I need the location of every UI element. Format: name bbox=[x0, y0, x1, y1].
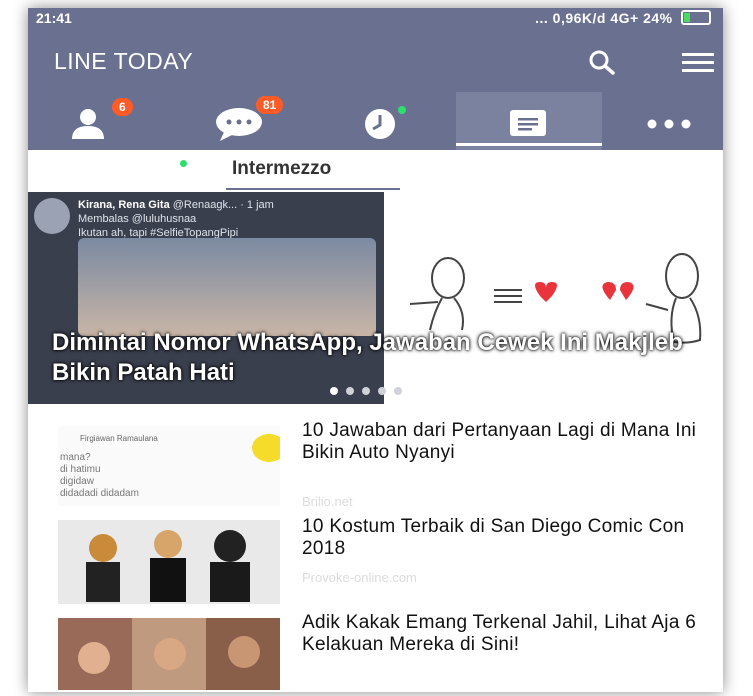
cosplay-photo bbox=[58, 520, 280, 604]
article-headline: Adik Kakak Emang Terkenal Jahil, Lihat A… bbox=[302, 612, 697, 655]
carousel-dot-1[interactable] bbox=[330, 387, 338, 395]
hamburger-menu-icon[interactable] bbox=[680, 46, 716, 78]
featured-headline[interactable]: Dimintai Nomor WhatsApp, Jawaban Cewek I… bbox=[52, 328, 712, 388]
tab-timeline[interactable] bbox=[358, 92, 478, 150]
article-headline: 10 Kostum Terbaik di San Diego Comic Con… bbox=[302, 516, 685, 559]
carousel-pagination bbox=[330, 382, 410, 400]
featured-carousel[interactable]: Kirana, Rena Gita @Renaagk... · 1 jam Me… bbox=[28, 192, 723, 404]
thumb-text: mana? di hatimu digidaw didadadi didadam bbox=[60, 452, 139, 500]
battery-icon bbox=[681, 10, 711, 25]
tweet-author: Kirana, Rena Gita bbox=[78, 199, 170, 211]
tweet-reply: Membalas @luluhusnaa bbox=[78, 213, 197, 225]
article-headline: 10 Jawaban dari Pertanyaan Lagi di Mana … bbox=[302, 420, 697, 463]
tab-today[interactable] bbox=[504, 92, 554, 150]
thumb-author: Firgiawan Ramaulana bbox=[80, 434, 158, 443]
category-tab-intermezzo[interactable]: Intermezzo bbox=[232, 158, 331, 180]
search-icon[interactable] bbox=[584, 46, 620, 78]
status-bar: 21:41 ... 0,96K/d 4G+ 24% bbox=[28, 8, 723, 30]
tweet-avatar bbox=[34, 198, 70, 234]
category-tabs: Intermezzo bbox=[28, 150, 723, 192]
article-thumbnail bbox=[58, 618, 280, 690]
main-tab-bar: 6 81 bbox=[28, 92, 723, 150]
article-source: Brilio.net bbox=[302, 494, 353, 509]
tab-today-underline bbox=[456, 143, 602, 146]
siblings-photo bbox=[58, 618, 280, 690]
category-active-underline bbox=[226, 188, 400, 190]
tweet-header: Kirana, Rena Gita @Renaagk... · 1 jam Me… bbox=[78, 198, 274, 240]
app-header: LINE TODAY 6 81 bbox=[28, 30, 723, 150]
tab-friends[interactable]: 6 bbox=[58, 92, 178, 150]
article-thumbnail: Firgiawan Ramaulana mana? di hatimu digi… bbox=[58, 426, 280, 506]
thumb-line: digidaw bbox=[60, 476, 94, 487]
tweet-handle: @Renaagk... · 1 jam bbox=[172, 199, 274, 211]
chats-badge: 81 bbox=[256, 96, 284, 114]
friends-badge: 6 bbox=[112, 98, 133, 116]
clock-icon bbox=[365, 109, 395, 139]
thumb-line: mana? bbox=[60, 452, 91, 463]
friends-icon bbox=[72, 109, 104, 139]
selfie-photo bbox=[78, 238, 376, 336]
more-dots-icon bbox=[647, 119, 691, 129]
article-source: Provoke-online.com bbox=[302, 570, 417, 585]
status-time: 21:41 bbox=[36, 10, 72, 26]
status-text: ... 0,96K/d 4G+ 24% bbox=[535, 10, 673, 26]
carousel-dot-3[interactable] bbox=[362, 387, 370, 395]
carousel-dot-5[interactable] bbox=[394, 387, 402, 395]
phone-screen: 21:41 ... 0,96K/d 4G+ 24% LINE TODAY 6 8… bbox=[28, 8, 723, 692]
timeline-online-dot bbox=[398, 106, 406, 114]
tab-more[interactable] bbox=[640, 92, 700, 150]
emoji-icon bbox=[252, 434, 280, 462]
news-icon bbox=[510, 110, 546, 136]
status-indicators: ... 0,96K/d 4G+ 24% bbox=[535, 10, 715, 26]
thumb-line: didadadi didadam bbox=[60, 488, 139, 499]
chat-bubble-icon bbox=[216, 108, 262, 141]
carousel-dot-4[interactable] bbox=[378, 387, 386, 395]
tab-chats[interactable]: 81 bbox=[208, 92, 328, 150]
article-thumbnail bbox=[58, 520, 280, 604]
carousel-dot-2[interactable] bbox=[346, 387, 354, 395]
category-new-dot bbox=[180, 160, 187, 167]
app-title: LINE TODAY bbox=[54, 48, 194, 74]
thumb-line: di hatimu bbox=[60, 464, 101, 475]
